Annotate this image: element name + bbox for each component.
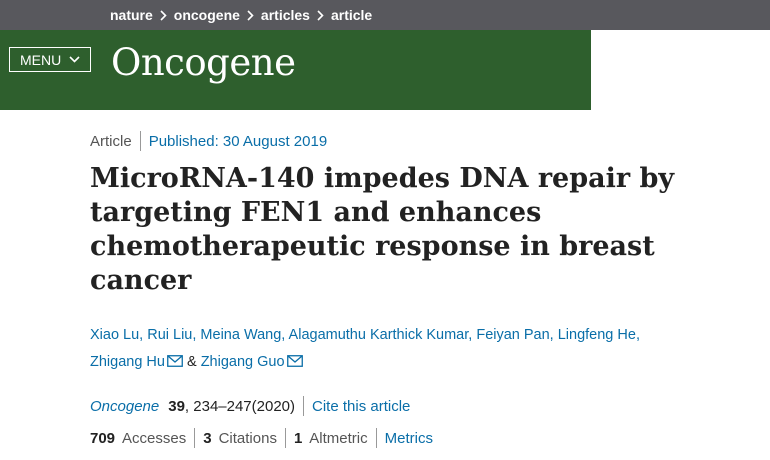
author-links-line1[interactable]: Xiao Lu, Rui Liu, Meina Wang, Alagamuthu… [90,327,640,343]
chevron-right-icon [317,9,324,21]
citations-label: Citations [218,429,277,447]
cite-this-article-link[interactable]: Cite this article [312,398,410,415]
metrics-link[interactable]: Metrics [385,430,433,447]
accesses-label: Accesses [122,429,187,447]
article-type: Article [90,132,132,150]
divider [194,428,196,448]
journal-logo[interactable]: Oncogene [111,38,296,88]
published-date: Published: 30 August 2019 [148,132,328,150]
article-meta: Article Published: 30 August 2019 [90,131,327,151]
breadcrumb: nature oncogene articles article [110,0,372,30]
mail-icon[interactable] [286,355,303,367]
breadcrumb-oncogene[interactable]: oncogene [174,7,240,23]
menu-button[interactable]: MENU [9,47,91,72]
article-title: MicroRNA-140 impedes DNA repair by targe… [90,163,675,296]
divider [303,396,305,416]
breadcrumb-bar: nature oncogene articles article [0,0,770,30]
author-list: Xiao Lu, Rui Liu, Meina Wang, Alagamuthu… [90,322,700,376]
chevron-down-icon [69,56,80,63]
citation-volume: 39 [168,397,185,415]
author-zhigang-hu[interactable]: Zhigang Hu [90,354,165,370]
chevron-right-icon [247,9,254,21]
altmetric-count: 1 [293,429,303,447]
divider [375,428,377,448]
author-zhigang-guo[interactable]: Zhigang Guo [201,354,285,370]
breadcrumb-articles[interactable]: articles [261,7,310,23]
author-ampersand: & [187,354,197,370]
citation-pages: , 234–247(2020) [184,397,296,415]
divider [284,428,286,448]
breadcrumb-current: article [330,7,373,23]
citation-journal: Oncogene [90,397,160,415]
citations-count: 3 [203,429,212,447]
article-metrics: 709 Accesses 3 Citations 1 Altmetric Met… [90,428,433,448]
accesses-count: 709 [90,429,116,447]
breadcrumb-nature[interactable]: nature [110,7,153,23]
menu-label: MENU [20,51,62,68]
divider [139,131,141,151]
altmetric-label: Altmetric [309,429,368,447]
chevron-right-icon [160,9,167,21]
citation-info: Oncogene 39 , 234–247(2020) Cite this ar… [90,396,410,416]
mail-icon[interactable] [167,355,183,367]
